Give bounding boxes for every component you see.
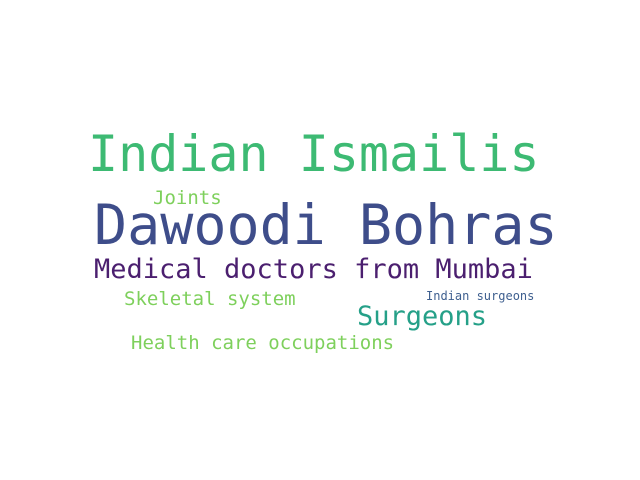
word-cloud: Indian Ismailis Dawoodi Bohras Medical d… xyxy=(0,0,640,480)
word-skeletal-system: Skeletal system xyxy=(124,288,296,310)
word-medical-doctors-from-mumbai: Medical doctors from Mumbai xyxy=(94,254,533,285)
word-joints: Joints xyxy=(153,187,222,209)
word-indian-surgeons: Indian surgeons xyxy=(426,289,535,303)
word-indian-ismailis: Indian Ismailis xyxy=(88,125,540,183)
word-surgeons: Surgeons xyxy=(357,301,488,332)
word-health-care-occupations: Health care occupations xyxy=(131,332,395,354)
